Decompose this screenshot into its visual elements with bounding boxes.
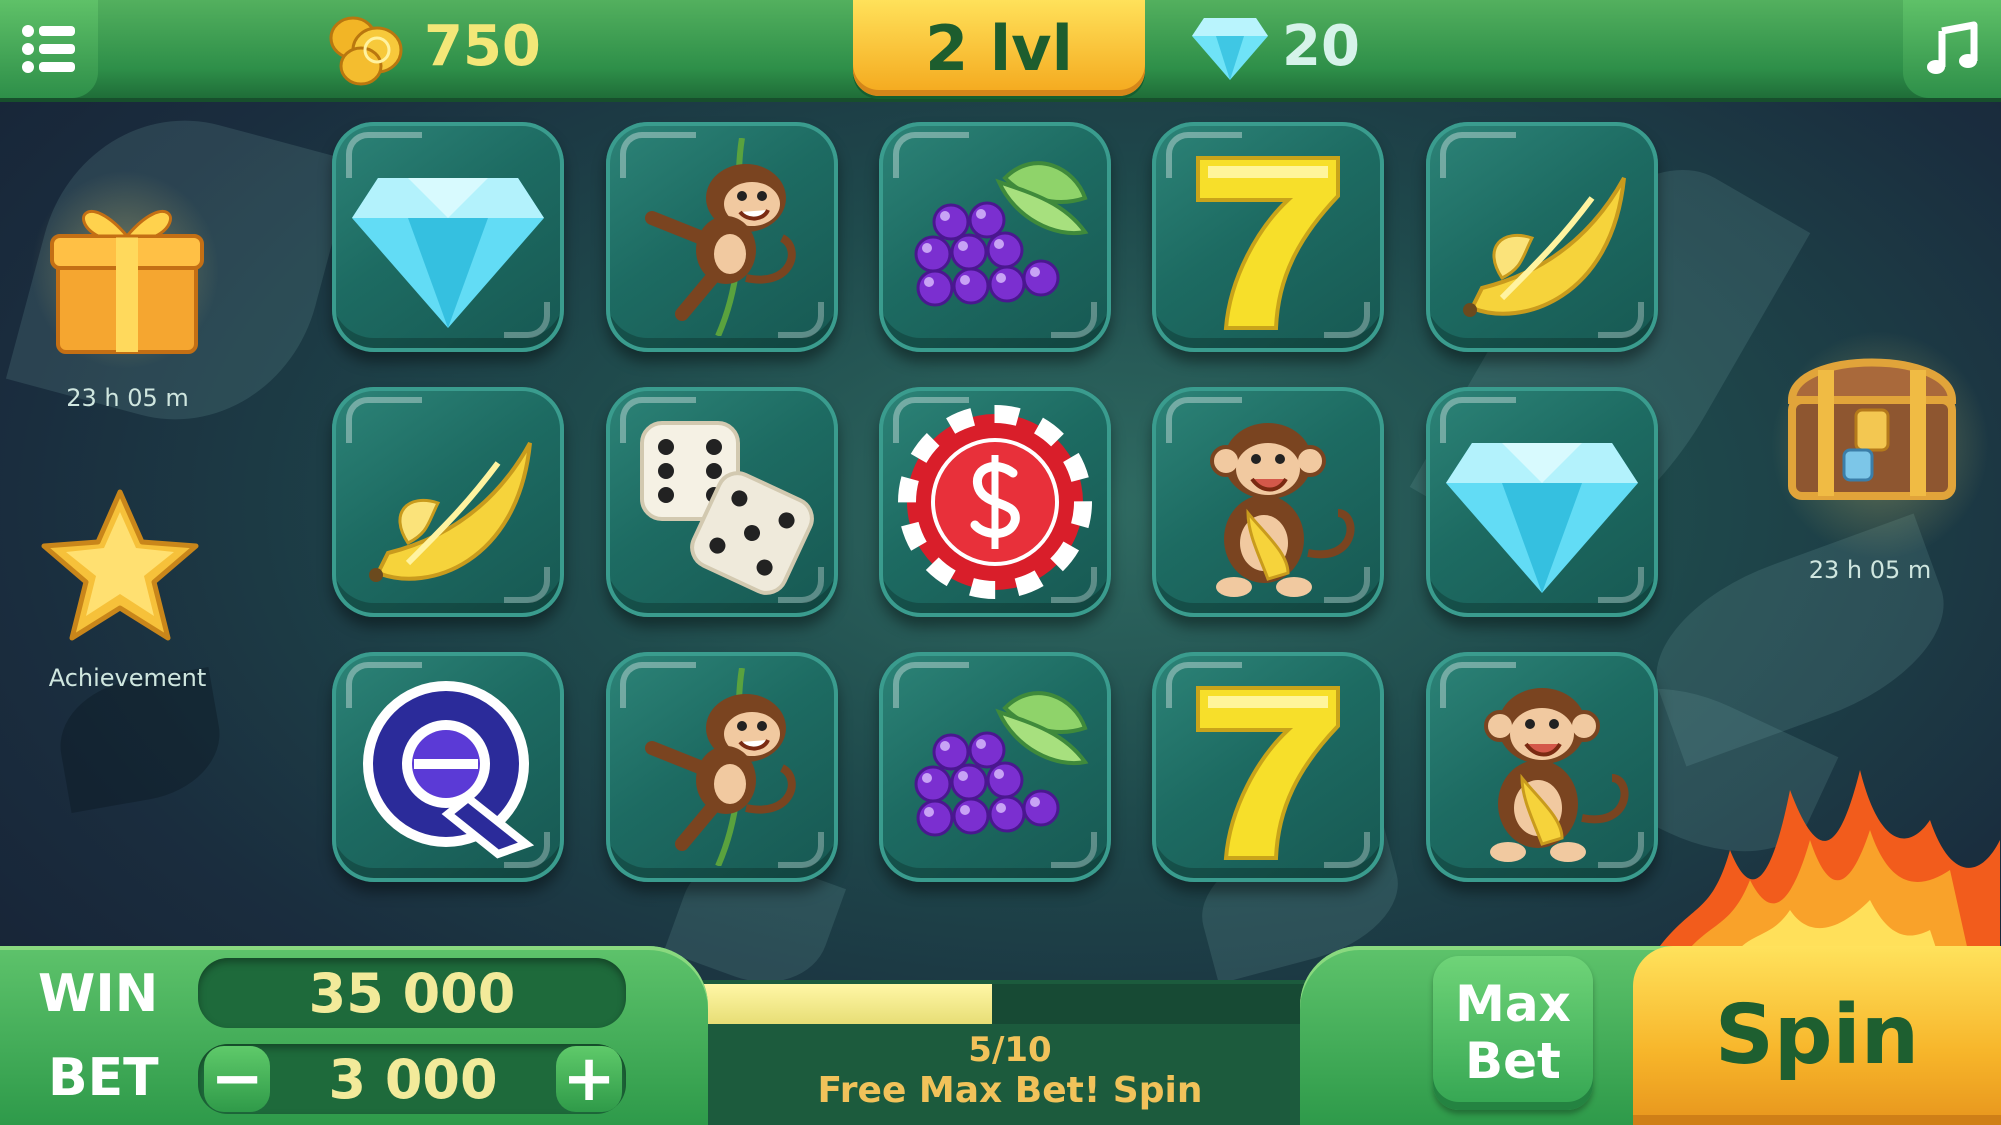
reel-cell [332,652,564,882]
max-bet-line2: Bet [1465,1032,1561,1090]
seven-icon [1196,686,1340,860]
grapes-icon [914,691,1089,837]
fire-decoration [1650,770,2000,960]
chest-timer: 23 h 05 m [1808,556,1932,584]
gift-box-icon[interactable] [48,180,206,356]
level-indicator: 2 lvl [853,0,1145,96]
win-value: 35 000 [308,962,516,1025]
casino-chip-icon [898,405,1092,599]
gift-timer: 23 h 05 m [66,384,189,412]
bet-value: 3 000 [328,1048,498,1111]
reel-cell [1426,387,1658,617]
treasure-chest-icon[interactable] [1782,340,1962,510]
progress-fill [672,984,992,1024]
gems-counter: 20 [1282,14,1360,79]
reel-cell [1426,652,1658,882]
diamond-icon [352,178,544,328]
reel-cell [1426,122,1658,352]
monkey-vine-icon [645,668,796,866]
gem-icon [1192,18,1268,80]
max-bet-line1: Max [1455,974,1571,1033]
dice-icon [640,421,814,595]
reel-cell [1152,122,1384,352]
achievement-label: Achievement [48,664,207,692]
reel-cell [879,652,1111,882]
reel-cell [606,122,838,352]
reel-cell [332,122,564,352]
coins-icon [329,16,403,86]
banana-icon [369,442,532,582]
music-note-icon [1927,21,1978,74]
diamond-icon [1446,443,1638,593]
menu-button[interactable] [0,0,98,98]
reel-cell [879,122,1111,352]
reel-cell [879,387,1111,617]
win-label: WIN [38,964,159,1024]
achievement-star-icon[interactable] [36,486,204,646]
menu-icon [22,25,75,73]
reel-cell [606,387,838,617]
monkey-banana-icon [1210,423,1355,597]
banana-icon [1463,177,1626,317]
spin-button[interactable]: Spin [1633,946,2001,1125]
reel-cell [1152,387,1384,617]
reel-cell [1152,652,1384,882]
monkey-vine-icon [645,138,796,336]
decrease-bet-button[interactable]: − [204,1046,270,1112]
coins-counter: 750 [424,14,541,79]
progress-count: 5/10 [968,1030,1052,1070]
grapes-icon [914,161,1089,307]
music-button[interactable] [1903,0,2001,98]
free-max-bet-text: Free Max Bet! Spin [817,1070,1203,1111]
seven-icon [1196,156,1340,330]
q-letter-icon [363,681,535,859]
max-bet-button[interactable]: Max Bet [1433,956,1593,1110]
reel-cell [332,387,564,617]
monkey-banana-icon [1484,688,1629,862]
reel-cell [606,652,838,882]
increase-bet-button[interactable]: + [556,1046,622,1112]
bet-label: BET [48,1048,159,1108]
